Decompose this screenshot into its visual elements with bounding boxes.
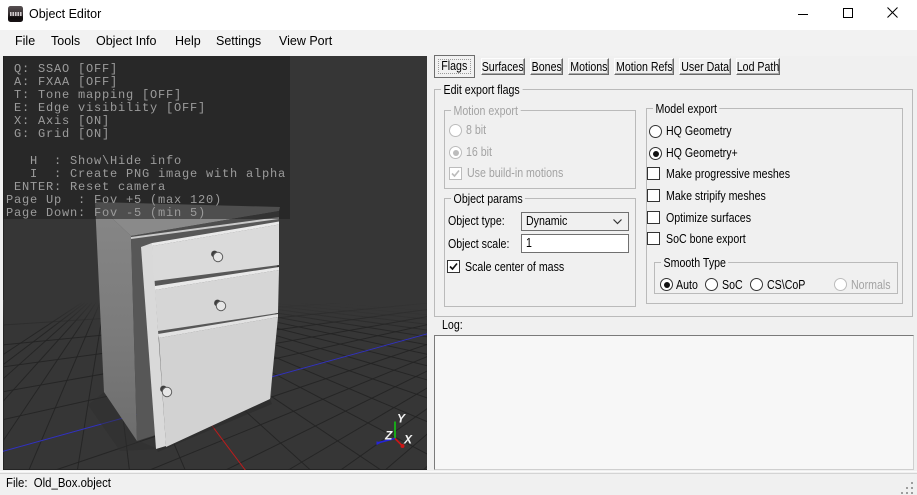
svg-text:X: X: [403, 433, 413, 447]
svg-text:Y: Y: [397, 412, 406, 426]
svg-text:Z: Z: [384, 429, 393, 443]
